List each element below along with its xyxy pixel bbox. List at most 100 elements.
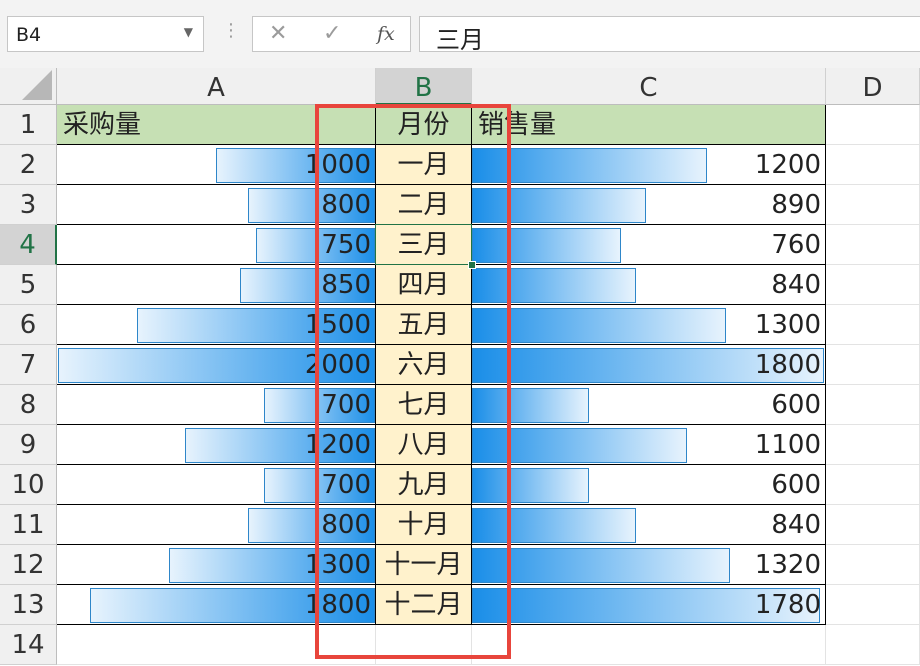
header-sales: 销售量 <box>478 110 557 140</box>
row-header-10[interactable]: 10 <box>0 465 57 505</box>
cell-a4[interactable]: 750 <box>57 225 376 265</box>
row-header-11[interactable]: 11 <box>0 505 57 545</box>
column-header-a[interactable]: A <box>57 68 376 105</box>
cell-b4[interactable]: 三月 <box>376 225 472 265</box>
column-header-d[interactable]: D <box>826 68 920 105</box>
select-all-corner[interactable] <box>0 68 57 105</box>
cell-c3[interactable]: 890 <box>472 185 826 225</box>
cell-c13[interactable]: 1780 <box>472 585 826 625</box>
purchase-value: 1200 <box>304 430 371 460</box>
drag-handle-icon[interactable]: ⋮ <box>222 20 240 41</box>
cell-c2[interactable]: 1200 <box>472 145 826 185</box>
fill-handle[interactable] <box>468 261 476 269</box>
cell-d11[interactable] <box>826 505 920 545</box>
cell-d9[interactable] <box>826 425 920 465</box>
month-value: 十一月 <box>384 550 463 580</box>
cell-d4[interactable] <box>826 225 920 265</box>
chevron-down-icon[interactable]: ▼ <box>184 25 193 39</box>
row-header-2[interactable]: 2 <box>0 145 57 185</box>
formula-bar: B4 ▼ ⋮ ✕ ✓ fx 三月 <box>0 0 920 68</box>
cell-c5[interactable]: 840 <box>472 265 826 305</box>
cell-a2[interactable]: 1000 <box>57 145 376 185</box>
cell-c11[interactable]: 840 <box>472 505 826 545</box>
cell-a9[interactable]: 1200 <box>57 425 376 465</box>
cell-b3[interactable]: 二月 <box>376 185 472 225</box>
sales-value: 1100 <box>754 430 821 460</box>
row-header-6[interactable]: 6 <box>0 305 57 345</box>
cell-a3[interactable]: 800 <box>57 185 376 225</box>
sales-value: 840 <box>771 510 821 540</box>
cell-a1[interactable]: 采购量 <box>57 105 376 145</box>
column-header-b[interactable]: B <box>376 68 472 105</box>
column-header-c[interactable]: C <box>472 68 826 105</box>
cell-a14[interactable] <box>57 625 376 665</box>
sales-value: 1300 <box>754 310 821 340</box>
cell-a13[interactable]: 1800 <box>57 585 376 625</box>
cell-a12[interactable]: 1300 <box>57 545 376 585</box>
cell-c4[interactable]: 760 <box>472 225 826 265</box>
cell-c10[interactable]: 600 <box>472 465 826 505</box>
cell-d8[interactable] <box>826 385 920 425</box>
sales-value: 760 <box>771 230 821 260</box>
cell-d5[interactable] <box>826 265 920 305</box>
cell-b11[interactable]: 十月 <box>376 505 472 545</box>
row-header-1[interactable]: 1 <box>0 105 57 145</box>
cell-d13[interactable] <box>826 585 920 625</box>
row-header-12[interactable]: 12 <box>0 545 57 585</box>
worksheet-grid[interactable]: A B C D 1 2 3 4 5 6 7 8 9 10 11 12 13 14 采购量 月份 销售量 1000 一月 120… <box>0 68 920 666</box>
cell-c8[interactable]: 600 <box>472 385 826 425</box>
row-header-13[interactable]: 13 <box>0 585 57 625</box>
cell-b6[interactable]: 五月 <box>376 305 472 345</box>
cell-b8[interactable]: 七月 <box>376 385 472 425</box>
cell-d6[interactable] <box>826 305 920 345</box>
cancel-icon[interactable]: ✕ <box>269 21 287 46</box>
cell-b13[interactable]: 十二月 <box>376 585 472 625</box>
cell-d14[interactable] <box>826 625 920 665</box>
cell-c7[interactable]: 1800 <box>472 345 826 385</box>
cell-c14[interactable] <box>472 625 826 665</box>
sales-value: 1800 <box>754 350 821 380</box>
month-value: 六月 <box>397 350 450 380</box>
cell-a7[interactable]: 2000 <box>57 345 376 385</box>
row-header-14[interactable]: 14 <box>0 625 57 665</box>
cell-c9[interactable]: 1100 <box>472 425 826 465</box>
cell-a11[interactable]: 800 <box>57 505 376 545</box>
cell-a8[interactable]: 700 <box>57 385 376 425</box>
cell-b5[interactable]: 四月 <box>376 265 472 305</box>
cell-b10[interactable]: 九月 <box>376 465 472 505</box>
cell-a10[interactable]: 700 <box>57 465 376 505</box>
formula-input[interactable]: 三月 <box>419 16 920 54</box>
name-box[interactable]: B4 ▼ <box>7 16 204 52</box>
purchase-value: 800 <box>321 190 371 220</box>
cell-d2[interactable] <box>826 145 920 185</box>
sales-value: 1780 <box>754 590 821 620</box>
row-header-8[interactable]: 8 <box>0 385 57 425</box>
row-header-3[interactable]: 3 <box>0 185 57 225</box>
cell-b7[interactable]: 六月 <box>376 345 472 385</box>
cell-c6[interactable]: 1300 <box>472 305 826 345</box>
cell-d1[interactable] <box>826 105 920 145</box>
cell-b2[interactable]: 一月 <box>376 145 472 185</box>
insert-function-icon[interactable]: fx <box>377 23 395 45</box>
cell-b14[interactable] <box>376 625 472 665</box>
cell-a5[interactable]: 850 <box>57 265 376 305</box>
row-header-7[interactable]: 7 <box>0 345 57 385</box>
row-header-4[interactable]: 4 <box>0 225 57 265</box>
month-value: 一月 <box>397 150 450 180</box>
cell-d12[interactable] <box>826 545 920 585</box>
data-bar-sales <box>472 468 589 503</box>
cell-c1[interactable]: 销售量 <box>472 105 826 145</box>
cell-a6[interactable]: 1500 <box>57 305 376 345</box>
cell-d3[interactable] <box>826 185 920 225</box>
header-month: 月份 <box>397 110 450 140</box>
purchase-value: 1000 <box>304 150 371 180</box>
cell-d7[interactable] <box>826 345 920 385</box>
cell-c12[interactable]: 1320 <box>472 545 826 585</box>
row-header-5[interactable]: 5 <box>0 265 57 305</box>
cell-d10[interactable] <box>826 465 920 505</box>
cell-b9[interactable]: 八月 <box>376 425 472 465</box>
enter-icon[interactable]: ✓ <box>323 21 341 46</box>
row-header-9[interactable]: 9 <box>0 425 57 465</box>
cell-b12[interactable]: 十一月 <box>376 545 472 585</box>
cell-b1[interactable]: 月份 <box>376 105 472 145</box>
